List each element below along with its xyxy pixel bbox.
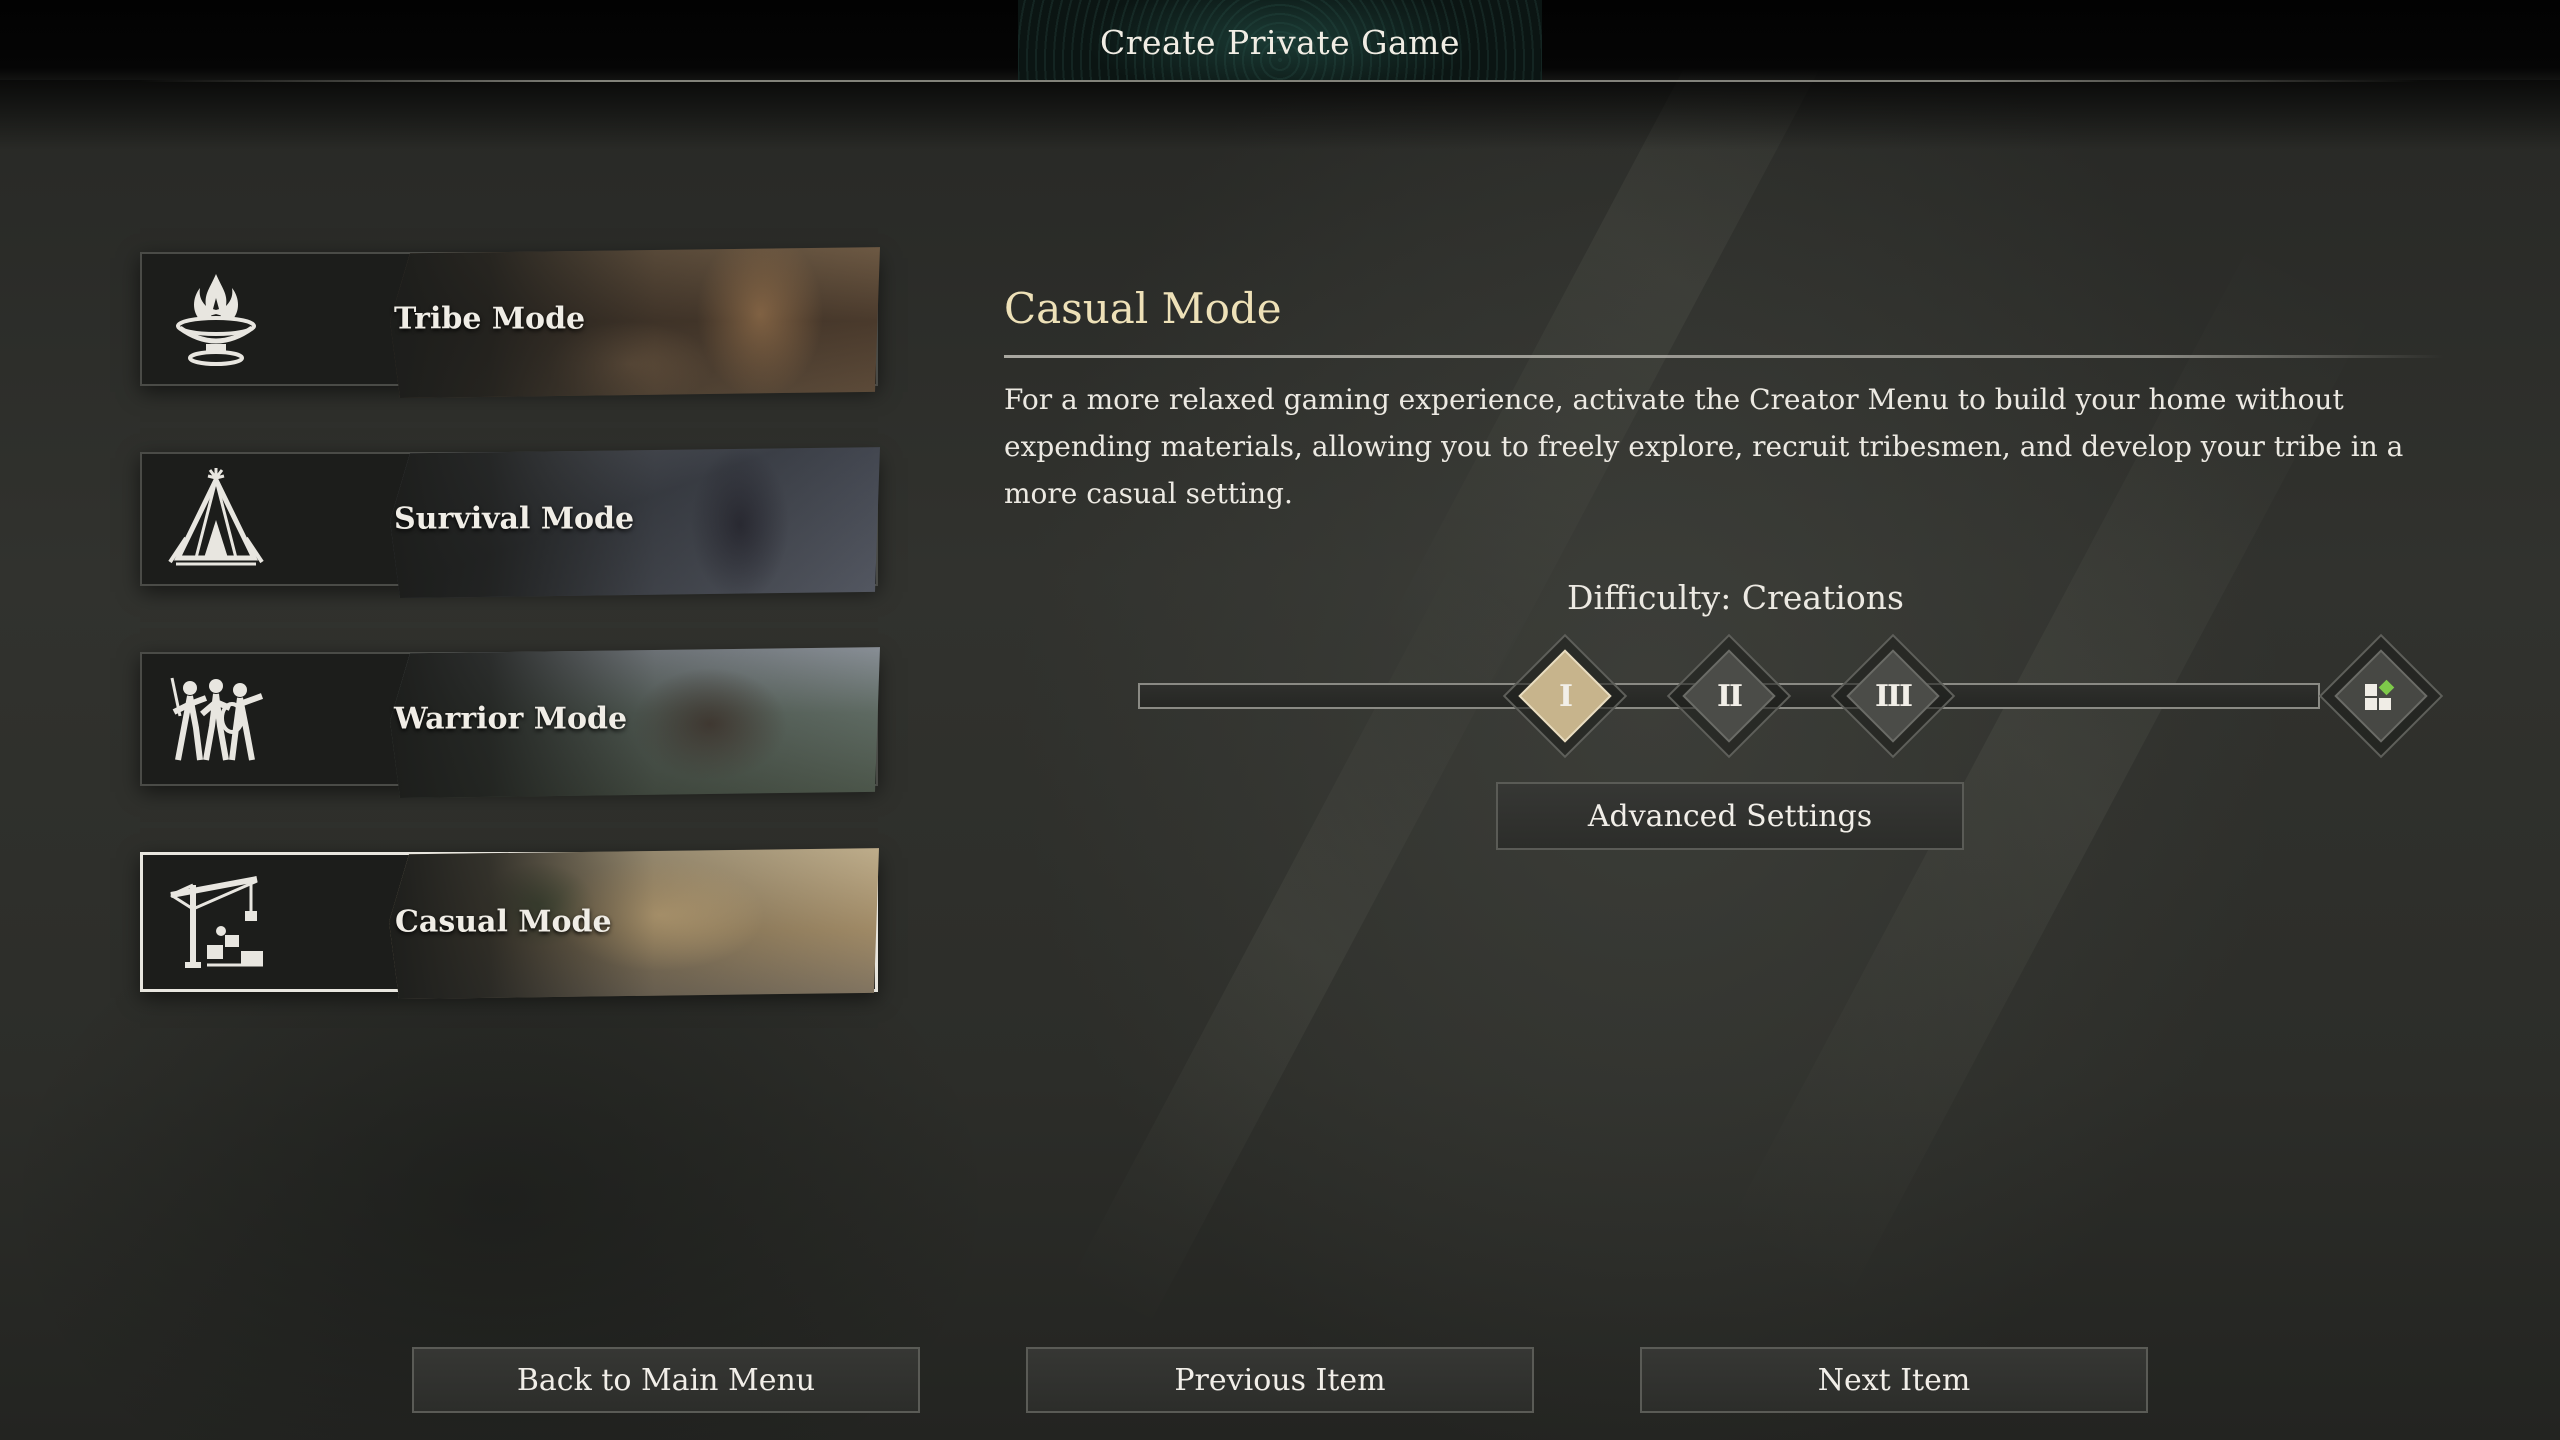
mode-label: Tribe Mode xyxy=(394,301,586,337)
title-tab: Create Private Game xyxy=(1018,0,1542,80)
mode-label: Survival Mode xyxy=(394,501,635,537)
mode-card-survival[interactable]: Survival Mode xyxy=(140,447,880,598)
top-bar-divider xyxy=(140,80,2420,82)
mode-label: Warrior Mode xyxy=(394,701,628,737)
advanced-settings-button[interactable]: Advanced Settings xyxy=(1496,782,1964,850)
detail-divider xyxy=(1004,355,2444,358)
previous-item-button[interactable]: Previous Item xyxy=(1026,1347,1534,1413)
mode-label: Casual Mode xyxy=(395,904,612,940)
top-bar-shadow xyxy=(0,80,2560,150)
page-title: Create Private Game xyxy=(1100,22,1460,62)
campfire-brazier-icon xyxy=(176,274,256,366)
difficulty-level-3-label: III xyxy=(1874,678,1913,714)
crane-builder-icon xyxy=(170,876,263,968)
back-to-main-menu-button[interactable]: Back to Main Menu xyxy=(412,1347,920,1413)
difficulty-level-1-label: I xyxy=(1558,678,1573,714)
next-item-button[interactable]: Next Item xyxy=(1640,1347,2148,1413)
mode-card-warrior[interactable]: Warrior Mode xyxy=(140,647,880,798)
custom-grid-icon xyxy=(2365,679,2395,710)
tent-icon xyxy=(168,468,264,566)
warriors-icon xyxy=(170,677,264,761)
difficulty-level-2-label: II xyxy=(1716,678,1743,714)
mode-card-casual[interactable]: Casual Mode xyxy=(140,848,879,999)
mode-detail-title: Casual Mode xyxy=(1004,284,1282,333)
mode-description: For a more relaxed gaming experience, ac… xyxy=(1004,383,2404,510)
mode-card-tribe[interactable]: Tribe Mode xyxy=(140,247,880,398)
difficulty-label: Difficulty: Creations xyxy=(1567,578,1904,617)
create-private-game-screen: Create Private Game Tribe Mode Survival … xyxy=(0,0,2560,1440)
